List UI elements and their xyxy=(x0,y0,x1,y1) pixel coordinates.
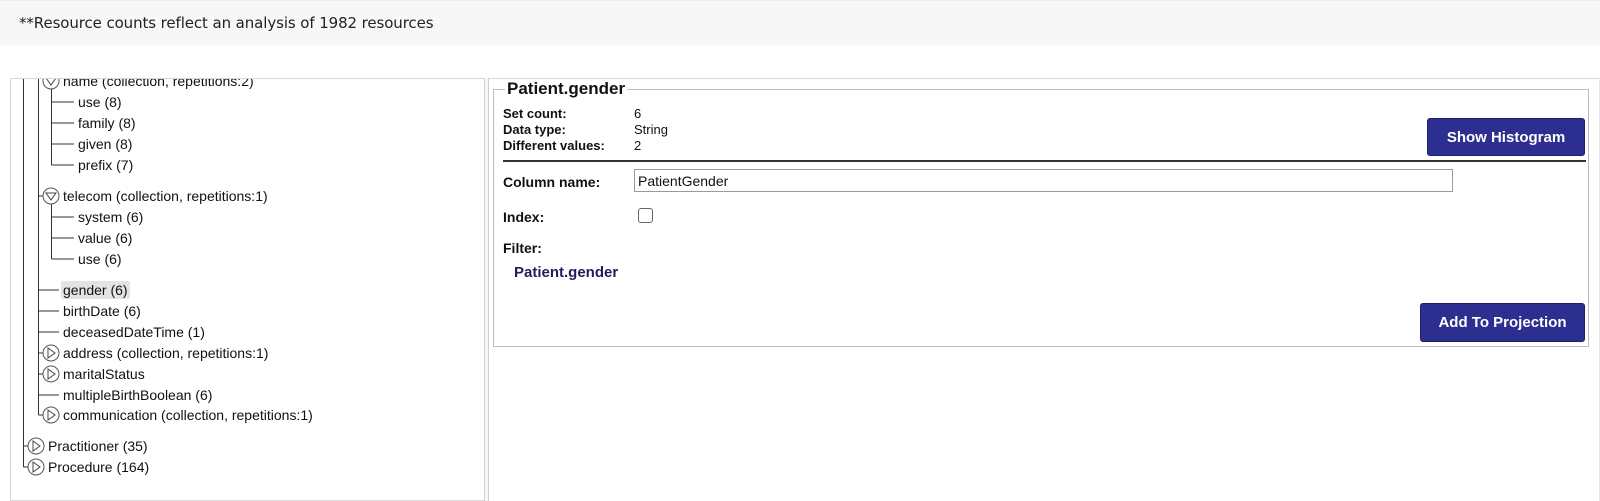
index-label: Index: xyxy=(503,209,545,225)
tree-node-address[interactable]: address (collection, repetitions:1) xyxy=(63,344,268,362)
tree-node-telecom[interactable]: telecom (collection, repetitions:1) xyxy=(63,187,268,205)
tree-node-communication[interactable]: communication (collection, repetitions:1… xyxy=(63,406,313,424)
set-count-label: Set count: xyxy=(503,106,567,121)
tree-node-name-use[interactable]: use (8) xyxy=(78,93,122,111)
data-type-label: Data type: xyxy=(503,122,566,137)
tree-node-deceaseddatetime[interactable]: deceasedDateTime (1) xyxy=(63,323,205,341)
tree-node-birthdate[interactable]: birthDate (6) xyxy=(63,302,141,320)
detail-divider xyxy=(503,160,1586,162)
tree-node-name[interactable]: name (collection, repetitions:2) xyxy=(63,79,254,90)
show-histogram-button[interactable]: Show Histogram xyxy=(1427,118,1585,156)
tree-node-gender-selected[interactable]: gender (6) xyxy=(61,281,130,299)
resource-count-notice: **Resource counts reflect an analysis of… xyxy=(0,0,1600,45)
resource-tree-panel[interactable]: name (collection, repetitions:2) use (8)… xyxy=(10,78,486,501)
tree-node-maritalstatus[interactable]: maritalStatus xyxy=(63,365,145,383)
different-values-label: Different values: xyxy=(503,138,605,153)
tree-node-procedure[interactable]: Procedure (164) xyxy=(48,458,149,476)
tree-node-multiplebirthboolean[interactable]: multipleBirthBoolean (6) xyxy=(63,386,212,404)
tree-toggles xyxy=(27,79,60,476)
column-name-label: Column name: xyxy=(503,174,601,190)
notice-text: **Resource counts reflect an analysis of… xyxy=(19,14,434,32)
tree-node-practitioner[interactable]: Practitioner (35) xyxy=(48,437,148,455)
tree-node-name-prefix[interactable]: prefix (7) xyxy=(78,156,133,174)
index-checkbox[interactable] xyxy=(638,208,653,223)
set-count-value: 6 xyxy=(634,106,642,121)
data-type-value: String xyxy=(634,122,668,137)
filter-label: Filter: xyxy=(503,240,542,256)
tree-node-name-given[interactable]: given (8) xyxy=(78,135,132,153)
tree-node-telecom-system[interactable]: system (6) xyxy=(78,208,143,226)
column-name-input[interactable] xyxy=(634,169,1453,192)
add-to-projection-button[interactable]: Add To Projection xyxy=(1420,303,1585,342)
tree-node-telecom-value[interactable]: value (6) xyxy=(78,229,132,247)
tree-node-telecom-use[interactable]: use (6) xyxy=(78,250,122,268)
filter-expression: Patient.gender xyxy=(514,264,619,281)
element-title: Patient.gender xyxy=(505,79,628,99)
tree-node-name-family[interactable]: family (8) xyxy=(78,114,136,132)
different-values-value: 2 xyxy=(634,138,642,153)
